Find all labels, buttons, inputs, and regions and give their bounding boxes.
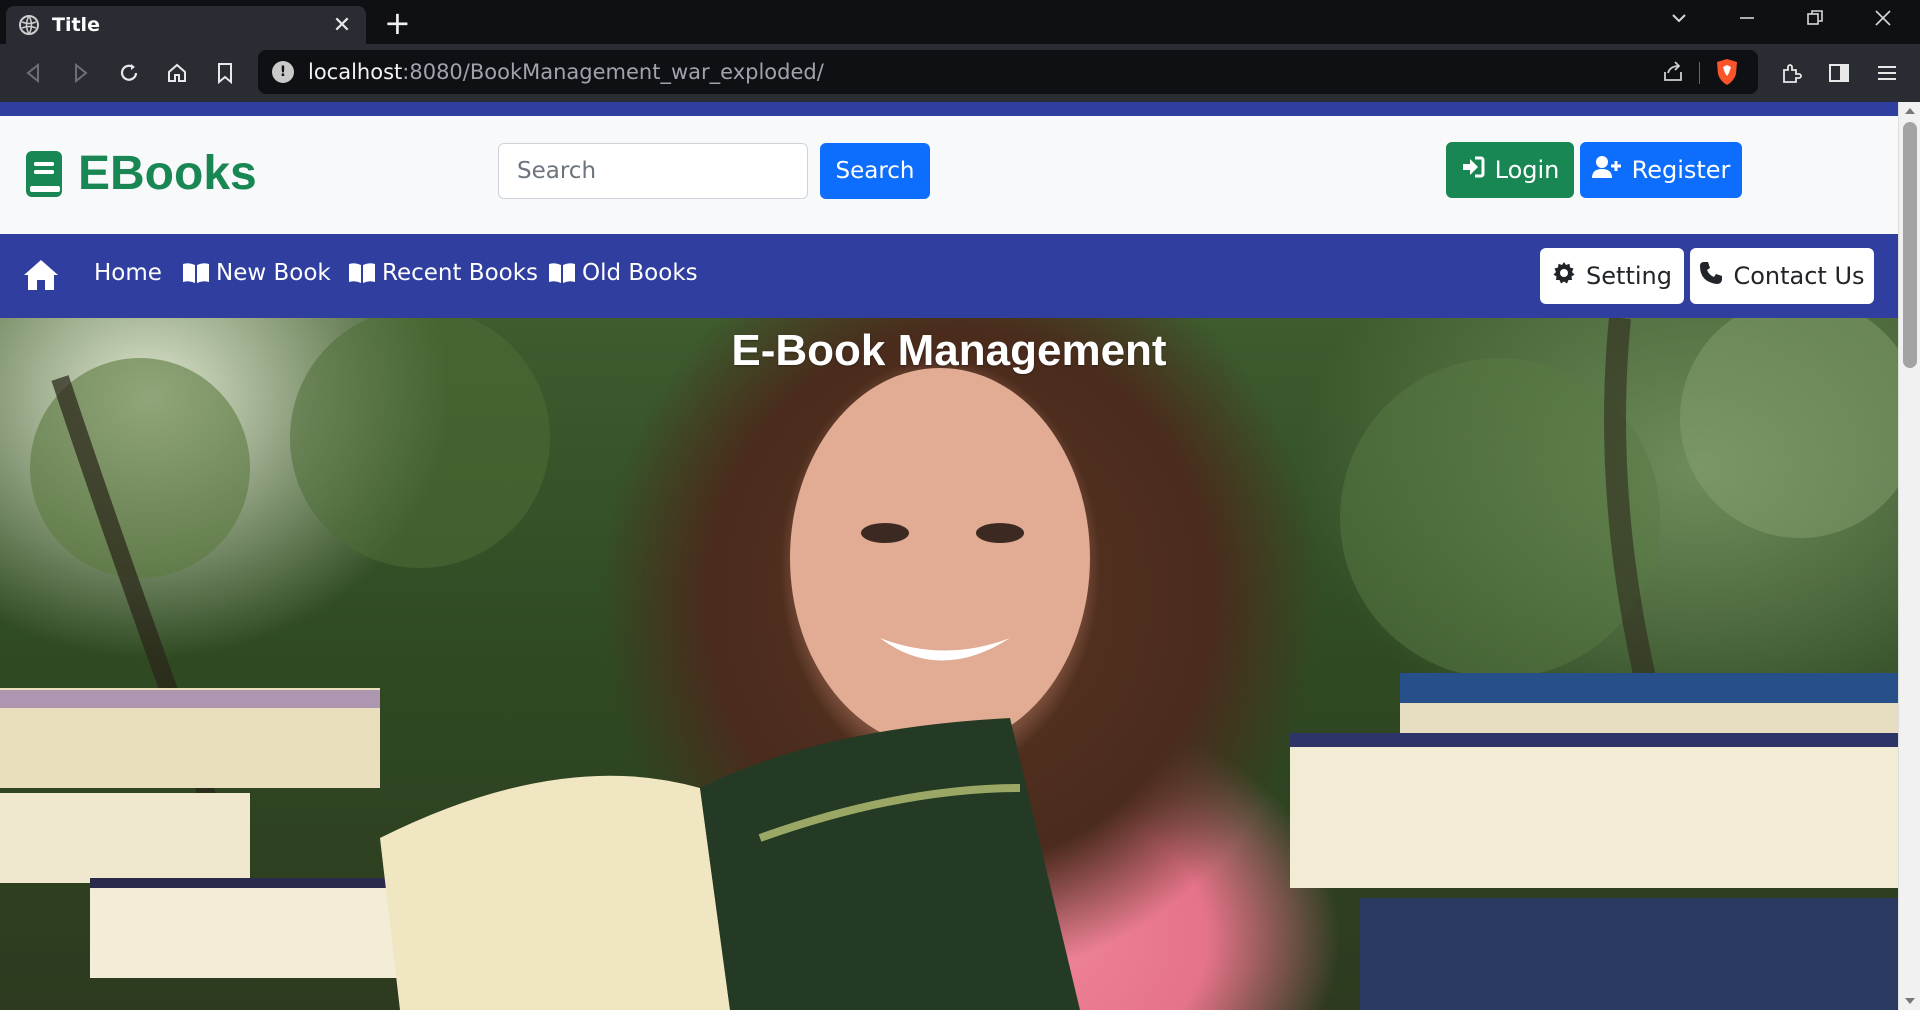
open-book-icon [548,262,576,284]
login-button[interactable]: Login [1446,142,1574,198]
nav-item-new-book[interactable]: New Book [182,260,331,286]
page-scrollbar[interactable] [1898,102,1920,1010]
phone-icon [1699,261,1723,291]
register-button[interactable]: Register [1580,142,1742,198]
book-icon [24,150,64,198]
site-header: EBooks Search Login Register [0,116,1898,234]
minimize-icon[interactable] [1738,8,1756,33]
url-path: :8080/BookManagement_war_exploded/ [402,60,824,84]
plus-icon[interactable]: + [384,7,411,39]
share-icon[interactable] [1662,61,1684,87]
browser-tab-strip: Title ✕ + [0,0,1920,44]
nav-item-old-books[interactable]: Old Books [548,260,698,286]
bookmark-icon[interactable] [212,60,238,86]
back-icon[interactable] [20,60,46,86]
browser-toolbar: ! localhost:8080/BookManagement_war_expl… [0,44,1920,102]
close-icon[interactable]: ✕ [330,13,354,38]
address-separator [1699,62,1700,84]
contact-us-label: Contact Us [1733,262,1865,290]
scrollbar-thumb[interactable] [1903,122,1917,368]
brand-logo[interactable]: EBooks [24,146,257,201]
hero-image [0,318,1898,1010]
nav-item-recent-books[interactable]: Recent Books [348,260,538,286]
home-icon[interactable] [22,258,60,292]
scroll-down-arrow-icon[interactable] [1905,998,1915,1004]
nav-home-label: Home [94,260,162,286]
tab-title: Title [52,14,100,36]
hero-title: E-Book Management [731,326,1167,375]
nav-new-book-label: New Book [216,260,331,286]
open-book-icon [348,262,376,284]
restore-icon[interactable] [1806,8,1824,33]
nav-recent-books-label: Recent Books [382,260,539,286]
url-text: localhost:8080/BookManagement_war_explod… [308,60,824,84]
main-navbar: Home New Book Recent Books Old Books Set… [0,234,1898,318]
brave-shield-icon[interactable] [1714,58,1740,86]
register-label: Register [1631,156,1731,184]
nav-old-books-label: Old Books [582,260,698,286]
nav-item-home[interactable]: Home [94,260,162,286]
sign-in-icon [1461,156,1485,184]
search-input[interactable] [498,143,808,199]
extensions-icon[interactable] [1778,60,1804,86]
user-plus-icon [1591,155,1622,185]
menu-icon[interactable] [1874,60,1900,86]
sidebar-icon[interactable] [1826,60,1852,86]
setting-label: Setting [1586,262,1672,290]
reload-icon[interactable] [116,60,142,86]
chevron-down-icon[interactable] [1670,8,1688,33]
globe-icon [18,14,40,36]
url-host: localhost [308,60,403,84]
window-close-icon[interactable] [1874,8,1892,33]
contact-us-button[interactable]: Contact Us [1690,248,1874,304]
top-color-strip [0,102,1898,116]
browser-tab[interactable]: Title ✕ [6,6,366,44]
login-label: Login [1494,156,1560,184]
gear-icon [1552,261,1576,291]
open-book-icon [182,262,210,284]
search-button[interactable]: Search [820,143,930,199]
forward-icon[interactable] [68,60,94,86]
address-bar[interactable]: ! localhost:8080/BookManagement_war_expl… [258,50,1758,94]
page-viewport: EBooks Search Login Register Home [0,102,1898,1010]
brand-name: EBooks [78,147,257,200]
hero-banner: E-Book Management [0,318,1898,1010]
setting-button[interactable]: Setting [1540,248,1684,304]
home-icon[interactable] [164,60,190,86]
info-icon[interactable]: ! [272,61,294,83]
scroll-up-arrow-icon[interactable] [1905,108,1915,114]
